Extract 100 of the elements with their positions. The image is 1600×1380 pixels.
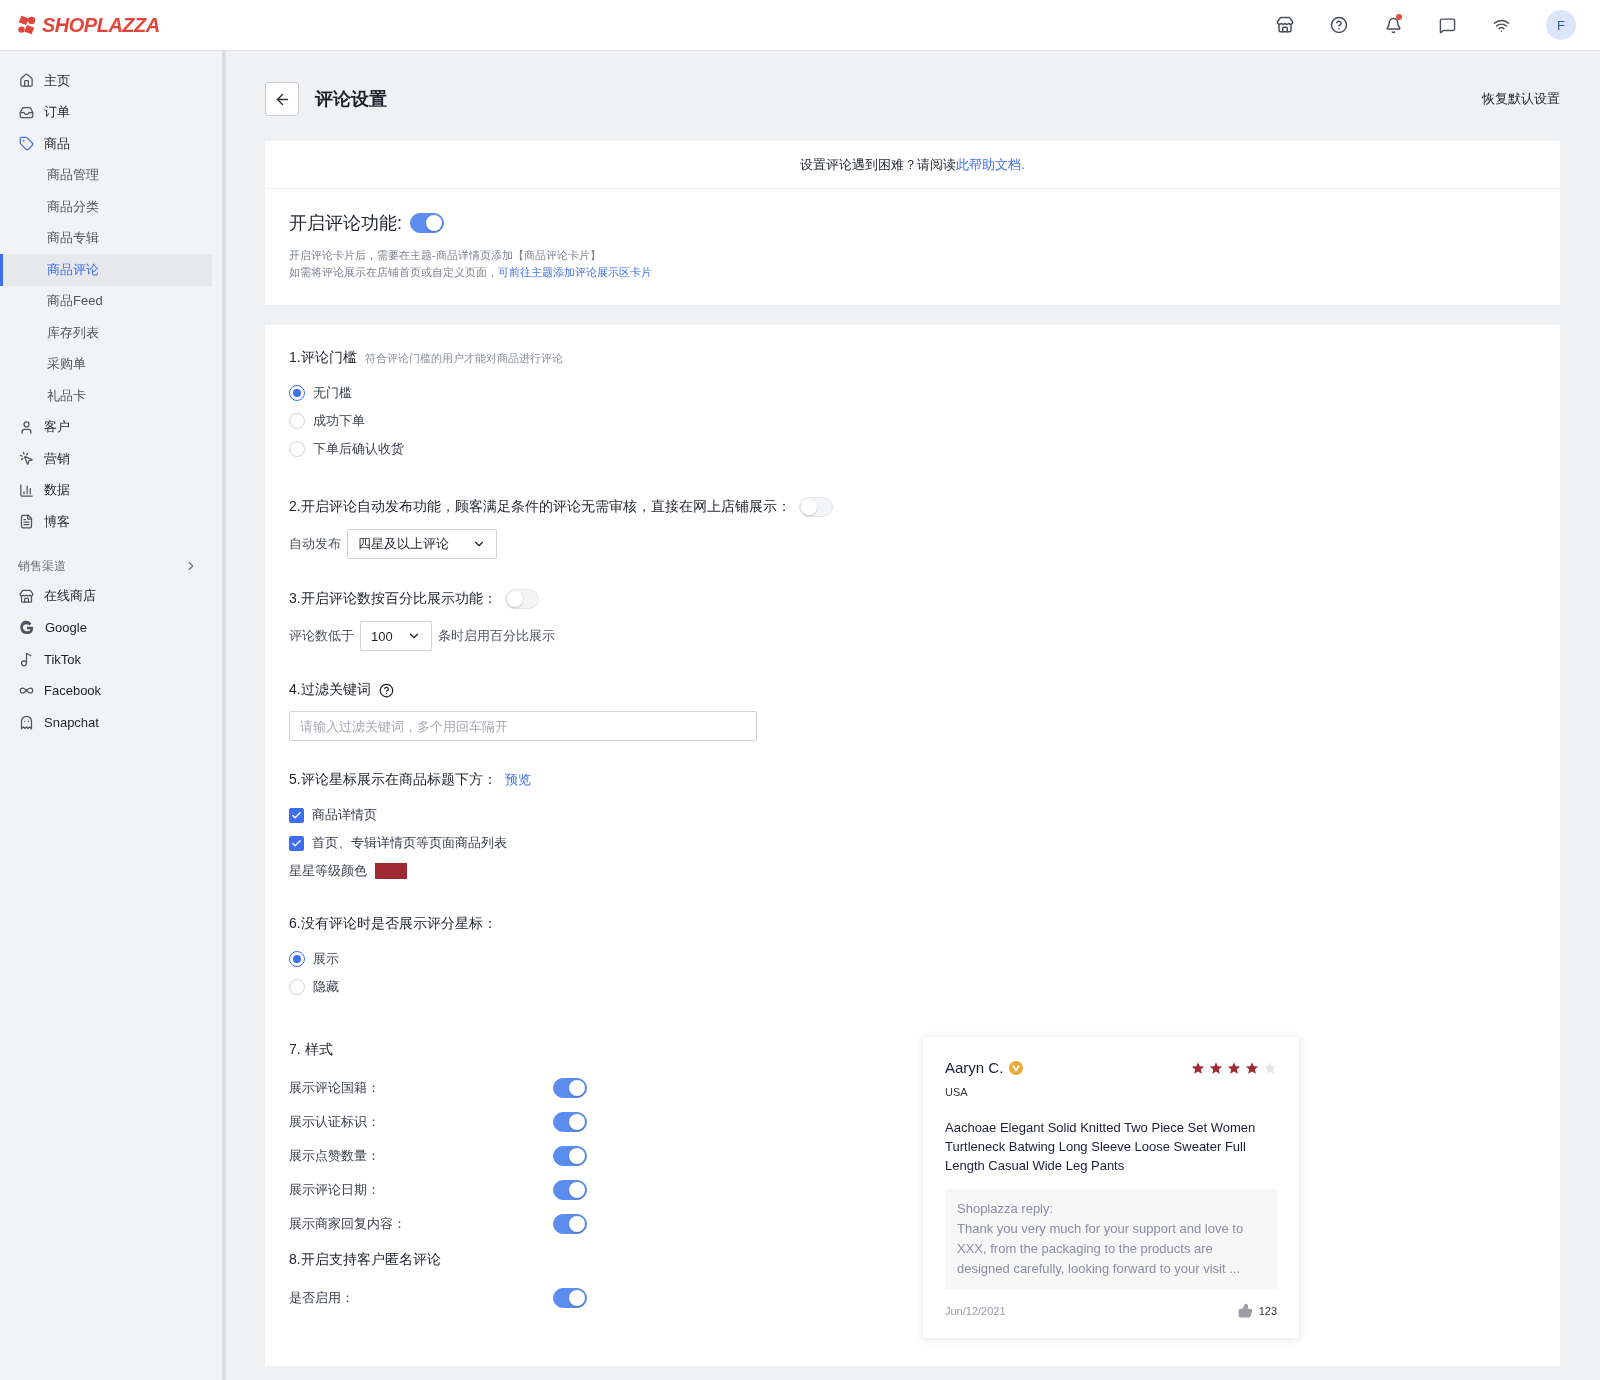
setting-label: 展示点赞数量： bbox=[289, 1147, 381, 1165]
inbox-icon bbox=[19, 104, 34, 120]
select-field[interactable]: 四星及以上评论 bbox=[347, 529, 497, 559]
nav-item[interactable]: 博客 bbox=[0, 506, 212, 538]
home-icon bbox=[19, 73, 34, 89]
star-icon bbox=[1191, 1060, 1205, 1075]
section-title: 3.开启评论数按百分比展示功能： bbox=[289, 590, 497, 608]
ghost-icon bbox=[19, 714, 34, 730]
setting-label: 是否启用： bbox=[289, 1289, 355, 1307]
nav-item[interactable]: 商品 bbox=[0, 128, 212, 160]
nav-item[interactable]: 营销 bbox=[0, 443, 212, 475]
nav-item[interactable]: Snapchat bbox=[0, 706, 212, 738]
nav-subitem[interactable]: 库存列表 bbox=[0, 317, 212, 349]
radio-button[interactable] bbox=[289, 951, 305, 967]
toggle-switch[interactable] bbox=[553, 1112, 587, 1132]
field-label: 自动发布 bbox=[289, 535, 341, 553]
option-label: 隐藏 bbox=[313, 978, 339, 996]
logo-icon bbox=[16, 14, 38, 36]
select-field[interactable]: 100 bbox=[360, 621, 432, 651]
section-title: 1.评论门槛 bbox=[289, 349, 357, 367]
back-button[interactable] bbox=[265, 82, 299, 116]
reply-text: Thank you very much for your support and love to XXX, from the packaging to the products are designed carefully, looking forward to your visit ... bbox=[957, 1220, 1245, 1278]
reviewer-country: USA bbox=[945, 1086, 969, 1098]
toggle-switch[interactable] bbox=[553, 1180, 587, 1200]
setting-label: 展示评论日期： bbox=[289, 1181, 381, 1199]
nav-item[interactable]: TikTok bbox=[0, 643, 212, 675]
nav-item[interactable]: 主页 bbox=[0, 65, 212, 97]
like-count: 123 bbox=[1258, 1304, 1277, 1317]
user-icon bbox=[19, 419, 34, 435]
option-label: 商品详情页 bbox=[312, 806, 377, 824]
note-text: 开启评论卡片后，需要在主题-商品详情页添加【商品评论卡片】 bbox=[289, 248, 602, 263]
preview-link[interactable]: 预览 bbox=[504, 771, 531, 789]
user-avatar[interactable]: F bbox=[1546, 10, 1576, 40]
section-hint: 符合评论门槛的用户才能对商品进行评论 bbox=[364, 350, 563, 366]
field-label: 评论数低于 bbox=[289, 627, 354, 645]
section-title: 2.开启评论自动发布功能，顾客满足条件的评论无需审核，直接在网上店铺展示： bbox=[289, 498, 791, 516]
checkbox[interactable] bbox=[289, 835, 304, 851]
nav-item[interactable]: Google bbox=[0, 612, 212, 644]
checkbox[interactable] bbox=[289, 807, 304, 823]
document-icon bbox=[19, 514, 34, 530]
section-title: 5.评论星标展示在商品标题下方： bbox=[289, 771, 497, 789]
cursor-icon bbox=[19, 451, 34, 467]
setting-label: 开启评论功能: bbox=[289, 212, 402, 235]
nav-item[interactable]: 客户 bbox=[0, 411, 212, 443]
setting-label: 展示商家回复内容： bbox=[289, 1215, 407, 1233]
bar-chart-icon bbox=[19, 482, 34, 498]
option-label: 无门槛 bbox=[313, 384, 352, 402]
section-title: 8.开启支持客户匿名评论 bbox=[289, 1251, 441, 1269]
toggle-switch[interactable] bbox=[410, 213, 444, 233]
section-title: 7. 样式 bbox=[289, 1041, 333, 1059]
nav-subitem[interactable]: 商品分类 bbox=[0, 191, 212, 223]
store-icon bbox=[19, 588, 34, 604]
toggle-switch[interactable] bbox=[553, 1146, 587, 1166]
check-icon bbox=[291, 809, 302, 821]
star-icon bbox=[1245, 1060, 1259, 1075]
option-label: 成功下单 bbox=[313, 412, 365, 430]
help-icon[interactable] bbox=[378, 682, 394, 698]
nav-heading: 销售渠道 bbox=[18, 557, 66, 575]
nav-item[interactable]: 数据 bbox=[0, 474, 212, 506]
thumbs-up-icon[interactable] bbox=[1237, 1303, 1253, 1318]
music-note-icon bbox=[19, 651, 34, 667]
logo-text: SHOPLAZZA bbox=[42, 13, 160, 37]
field-label: 条时启用百分比展示 bbox=[438, 627, 555, 645]
google-icon bbox=[19, 619, 35, 636]
help-text: 设置评论遇到困难？请阅读此帮助文档. bbox=[800, 155, 1025, 174]
star-icon bbox=[1263, 1060, 1277, 1075]
note-text: 如需将评论展示在店铺首页或自定义页面，可前往主题添加评论展示区卡片 bbox=[289, 265, 653, 280]
section-title: 4.过滤关键词 bbox=[289, 681, 371, 699]
help-link[interactable]: 此帮助文档. bbox=[956, 156, 1025, 172]
reviewer-name: Aaryn C. bbox=[945, 1059, 1004, 1076]
page-title: 评论设置 bbox=[315, 88, 388, 111]
nav-subitem[interactable]: 商品Feed bbox=[0, 285, 212, 317]
nav-subitem[interactable]: 采购单 bbox=[0, 348, 212, 380]
radio-button[interactable] bbox=[289, 385, 305, 401]
option-label: 下单后确认收货 bbox=[313, 440, 404, 458]
reply-title: Shoplazza reply: bbox=[957, 1200, 1055, 1218]
toggle-switch[interactable] bbox=[553, 1214, 587, 1234]
field-label: 星星等级颜色 bbox=[289, 862, 367, 880]
nav-item[interactable]: 在线商店 bbox=[0, 580, 212, 612]
nav-subitem[interactable]: 礼品卡 bbox=[0, 380, 212, 412]
color-swatch[interactable] bbox=[375, 863, 407, 879]
toggle-switch[interactable] bbox=[553, 1078, 587, 1098]
setting-label: 展示认证标识： bbox=[289, 1113, 381, 1131]
input-field[interactable]: 请输入过滤关键词，多个用回车隔开 bbox=[289, 711, 757, 741]
star-icon bbox=[1209, 1060, 1223, 1075]
section-title: 6.没有评论时是否展示评分星标： bbox=[289, 915, 497, 933]
nav-item[interactable]: Facebook bbox=[0, 675, 212, 707]
theme-link[interactable]: 可前往主题添加评论展示区卡片 bbox=[498, 266, 652, 278]
nav-item[interactable]: 订单 bbox=[0, 96, 212, 128]
help-icon[interactable] bbox=[1328, 14, 1350, 36]
toggle-switch[interactable] bbox=[553, 1288, 587, 1308]
option-label: 首页、专辑详情页等页面商品列表 bbox=[312, 834, 507, 852]
reset-button[interactable]: 恢复默认设置 bbox=[1482, 90, 1560, 108]
review-date: Jun/12/2021 bbox=[945, 1304, 1006, 1317]
nav-subitem[interactable]: 商品管理 bbox=[0, 159, 212, 191]
nav-subitem[interactable]: 商品评论 bbox=[0, 254, 212, 286]
nav-subitem[interactable]: 商品专辑 bbox=[0, 222, 212, 254]
setting-label: 展示评论国籍： bbox=[289, 1079, 381, 1097]
store-icon[interactable] bbox=[1274, 14, 1296, 36]
check-icon bbox=[291, 837, 302, 849]
